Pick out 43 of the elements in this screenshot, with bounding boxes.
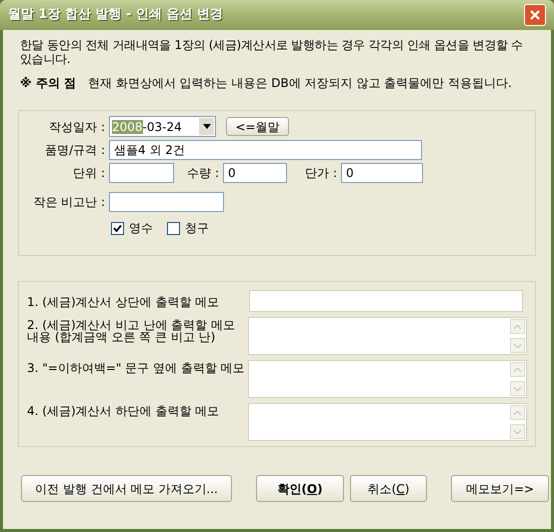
memo-area[interactable] [248,317,527,355]
intro-text: 한달 동안의 전체 거래내역을 1장의 (세금)계산서로 발행하는 경우 각각의 인쇄 옵션을 변경할 수 있습니다. [19,38,524,66]
field-label: 품명/규격 : [44,142,106,159]
field-label: 작은 비고난 : [32,194,106,211]
memo-area[interactable] [248,360,527,398]
scroll-up-icon [510,319,525,334]
field-label: 작성일자 : [48,118,106,136]
field-label: 수량 : [186,165,220,182]
memo-label: 4. (세금)계산서 하단에 출력할 메모 [27,403,220,417]
dialog-button[interactable]: 이전 발행 건에서 메모 가져오기... [21,475,232,502]
scroll-up-icon [510,405,525,420]
dialog-button[interactable]: 메모보기=> [451,475,549,502]
memo-area[interactable] [248,403,527,441]
checkbox[interactable]: 영수 [111,219,153,237]
scrollbar[interactable] [509,318,526,354]
scroll-up-icon [510,362,525,377]
field-label: 단가 : [304,165,338,182]
field-label: 단위 : [72,165,106,182]
date-value: 2008-03-24 [111,118,183,136]
date-dropdown[interactable]: 2008-03-24 [109,116,216,137]
text-field[interactable]: 샘플4 외 2건 [109,140,422,160]
scroll-down-icon [510,381,525,396]
text-field[interactable]: 0 [223,163,287,183]
dialog-button[interactable]: 확인(O) [256,475,344,502]
close-icon [529,9,541,21]
checkbox[interactable]: 청구 [167,219,209,237]
notice-label: ※ 주의 점 [20,75,76,92]
scrollbar[interactable] [509,404,526,440]
scroll-down-icon [510,338,525,353]
memo-label: 2. (세금)계산서 비고 난에 출력할 메모 내용 (합계금액 오른 쪽 큰 비고 난) [27,317,236,343]
memo-label: 1. (세금)계산서 상단에 출력할 메모 [27,294,220,308]
scroll-down-icon [510,424,525,439]
scrollbar[interactable] [509,361,526,397]
memo-field[interactable] [249,290,523,312]
window-title: 월말 1장 합산 발행 - 인쇄 옵션 변경 [8,6,224,24]
text-field[interactable]: 0 [341,163,423,183]
memo-label: 3. "=이하여백=" 문구 옆에 출력할 메모 [27,360,246,374]
dialog-button[interactable]: 취소(C) [350,475,427,502]
close-button[interactable] [524,4,546,26]
text-field[interactable] [109,163,174,183]
month-end-button[interactable]: <=월말 [226,117,289,136]
text-field[interactable] [109,192,224,212]
notice-text: 현재 화면상에서 입력하는 내용은 DB에 저장되지 않고 출력물에만 적용됩니다. [88,75,512,92]
